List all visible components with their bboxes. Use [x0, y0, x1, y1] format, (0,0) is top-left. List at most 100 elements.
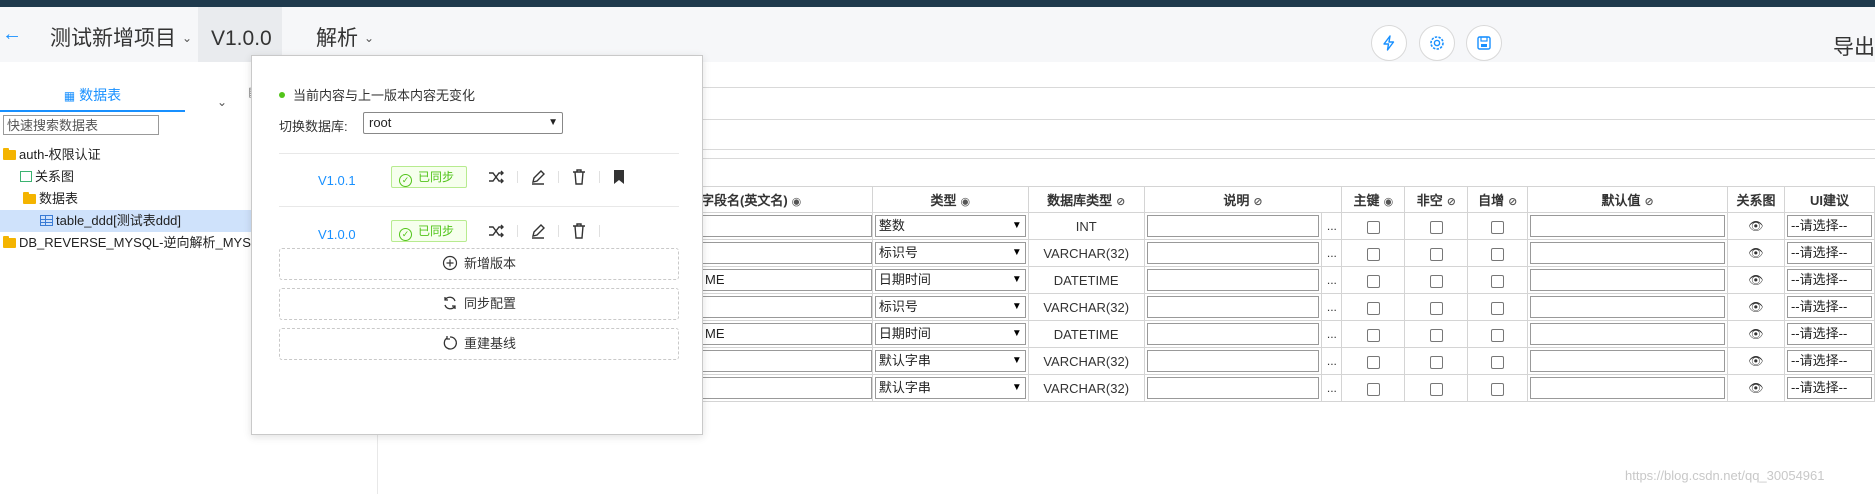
- default-input[interactable]: [1530, 269, 1725, 291]
- col-header-autoinc[interactable]: 自增 ⊘: [1467, 186, 1529, 213]
- eye-icon[interactable]: 👁: [1748, 300, 1763, 314]
- tree-item-tables[interactable]: 数据表: [23, 188, 78, 210]
- type-select[interactable]: 默认字串 ▼: [874, 350, 1026, 372]
- db-select[interactable]: root ▼: [363, 112, 563, 134]
- notnull-checkbox[interactable]: [1429, 274, 1443, 288]
- default-input[interactable]: [1530, 350, 1725, 372]
- field-name-input[interactable]: [701, 377, 872, 399]
- more-button[interactable]: ...: [1321, 374, 1343, 402]
- eye-off-icon[interactable]: ⊘: [1508, 196, 1517, 208]
- field-name-input[interactable]: [701, 242, 872, 264]
- field-name-input[interactable]: [701, 215, 872, 237]
- version-menu[interactable]: V1.0.0⌄: [198, 7, 282, 109]
- eye-icon[interactable]: 👁: [1748, 273, 1763, 287]
- type-select[interactable]: 日期时间 ▼: [874, 323, 1026, 345]
- desc-input[interactable]: [1146, 350, 1320, 372]
- notnull-checkbox[interactable]: [1429, 301, 1443, 315]
- edit-icon[interactable]: [529, 222, 547, 240]
- bookmark-icon[interactable]: [610, 168, 628, 186]
- parse-menu[interactable]: 解析 ⌄: [316, 7, 374, 62]
- tree-item-relation[interactable]: 关系图: [20, 166, 74, 188]
- col-header-name[interactable]: 字段名(英文名) ◉: [700, 186, 873, 213]
- tab-tables[interactable]: ▦ 数据表: [0, 82, 185, 112]
- col-header-type[interactable]: 类型 ◉: [871, 186, 1029, 213]
- save-button[interactable]: [1466, 25, 1502, 61]
- col-header-default[interactable]: 默认值 ⊘: [1527, 186, 1728, 213]
- col-header-notnull[interactable]: 非空 ⊘: [1404, 186, 1469, 213]
- default-input[interactable]: [1530, 323, 1725, 345]
- type-select[interactable]: 标识号 ▼: [874, 296, 1026, 318]
- version-name[interactable]: V1.0.1: [318, 155, 356, 207]
- pk-checkbox[interactable]: [1366, 274, 1380, 288]
- tree-item-table-ddd[interactable]: table_ddd[测试表ddd]: [0, 210, 260, 232]
- col-header-dbtype[interactable]: 数据库类型 ⊘: [1027, 186, 1145, 213]
- desc-input[interactable]: [1146, 377, 1320, 399]
- notnull-checkbox[interactable]: [1429, 220, 1443, 234]
- notnull-checkbox[interactable]: [1429, 382, 1443, 396]
- settings-button[interactable]: [1419, 25, 1455, 61]
- type-select[interactable]: 默认字串 ▼: [874, 377, 1026, 399]
- ui-select[interactable]: --请选择--: [1786, 215, 1872, 237]
- field-name-input[interactable]: ME: [701, 323, 872, 345]
- eye-icon[interactable]: 👁: [1748, 327, 1763, 341]
- default-input[interactable]: [1530, 296, 1725, 318]
- autoinc-checkbox[interactable]: [1491, 355, 1505, 369]
- col-header-relation[interactable]: 关系图: [1727, 186, 1785, 213]
- pk-checkbox[interactable]: [1366, 220, 1380, 234]
- more-button[interactable]: ...: [1321, 347, 1343, 375]
- tree-item-db-reverse[interactable]: DB_REVERSE_MYSQL-逆向解析_MYSQ: [3, 232, 261, 254]
- pk-checkbox[interactable]: [1366, 301, 1380, 315]
- project-menu[interactable]: 测试新增项目 ⌄: [50, 7, 192, 62]
- eye-off-icon[interactable]: ⊘: [1116, 196, 1125, 208]
- ui-select[interactable]: --请选择--: [1786, 323, 1872, 345]
- rebuild-baseline-button[interactable]: 重建基线: [279, 328, 679, 360]
- notnull-checkbox[interactable]: [1429, 355, 1443, 369]
- notnull-checkbox[interactable]: [1429, 247, 1443, 261]
- ui-select[interactable]: --请选择--: [1786, 269, 1872, 291]
- field-name-input[interactable]: ME: [701, 269, 872, 291]
- eye-off-icon[interactable]: ⊘: [1447, 196, 1456, 208]
- pk-checkbox[interactable]: [1366, 355, 1380, 369]
- ui-select[interactable]: --请选择--: [1786, 296, 1872, 318]
- field-name-input[interactable]: [701, 296, 872, 318]
- eye-icon[interactable]: ◉: [961, 196, 971, 208]
- field-name-input[interactable]: [701, 350, 872, 372]
- more-button[interactable]: ...: [1321, 239, 1343, 267]
- table-search-input[interactable]: [3, 115, 159, 135]
- autoinc-checkbox[interactable]: [1491, 382, 1505, 396]
- autoinc-checkbox[interactable]: [1491, 274, 1505, 288]
- type-select[interactable]: 标识号 ▼: [874, 242, 1026, 264]
- eye-icon[interactable]: 👁: [1748, 246, 1763, 260]
- eye-icon[interactable]: 👁: [1748, 354, 1763, 368]
- desc-input[interactable]: [1146, 323, 1320, 345]
- type-select[interactable]: 日期时间 ▼: [874, 269, 1026, 291]
- autoinc-checkbox[interactable]: [1491, 220, 1505, 234]
- ui-select[interactable]: --请选择--: [1786, 242, 1872, 264]
- col-header-desc[interactable]: 说明 ⊘: [1143, 186, 1343, 213]
- delete-icon[interactable]: [570, 168, 588, 186]
- desc-input[interactable]: [1146, 269, 1320, 291]
- export-menu[interactable]: 导出: [1833, 31, 1875, 61]
- default-input[interactable]: [1530, 215, 1725, 237]
- desc-input[interactable]: [1146, 215, 1320, 237]
- more-button[interactable]: ...: [1321, 266, 1343, 294]
- edit-icon[interactable]: [529, 168, 547, 186]
- shuffle-icon[interactable]: [487, 168, 505, 186]
- type-select[interactable]: 整数 ▼: [874, 215, 1026, 237]
- more-button[interactable]: ...: [1321, 320, 1343, 348]
- ui-select[interactable]: --请选择--: [1786, 377, 1872, 399]
- eye-icon[interactable]: ◉: [792, 196, 802, 208]
- pk-checkbox[interactable]: [1366, 382, 1380, 396]
- col-header-ui[interactable]: UI建议: [1783, 186, 1875, 213]
- tree-item-auth[interactable]: auth-权限认证: [3, 144, 101, 166]
- eye-off-icon[interactable]: ⊘: [1645, 196, 1654, 208]
- sync-config-button[interactable]: 同步配置: [279, 288, 679, 320]
- autoinc-checkbox[interactable]: [1491, 301, 1505, 315]
- more-button[interactable]: ...: [1321, 212, 1343, 240]
- eye-off-icon[interactable]: ⊘: [1253, 196, 1262, 208]
- ui-select[interactable]: --请选择--: [1786, 350, 1872, 372]
- new-version-button[interactable]: 新增版本: [279, 248, 679, 280]
- shuffle-icon[interactable]: [487, 222, 505, 240]
- lightning-button[interactable]: [1371, 25, 1407, 61]
- more-button[interactable]: ...: [1321, 293, 1343, 321]
